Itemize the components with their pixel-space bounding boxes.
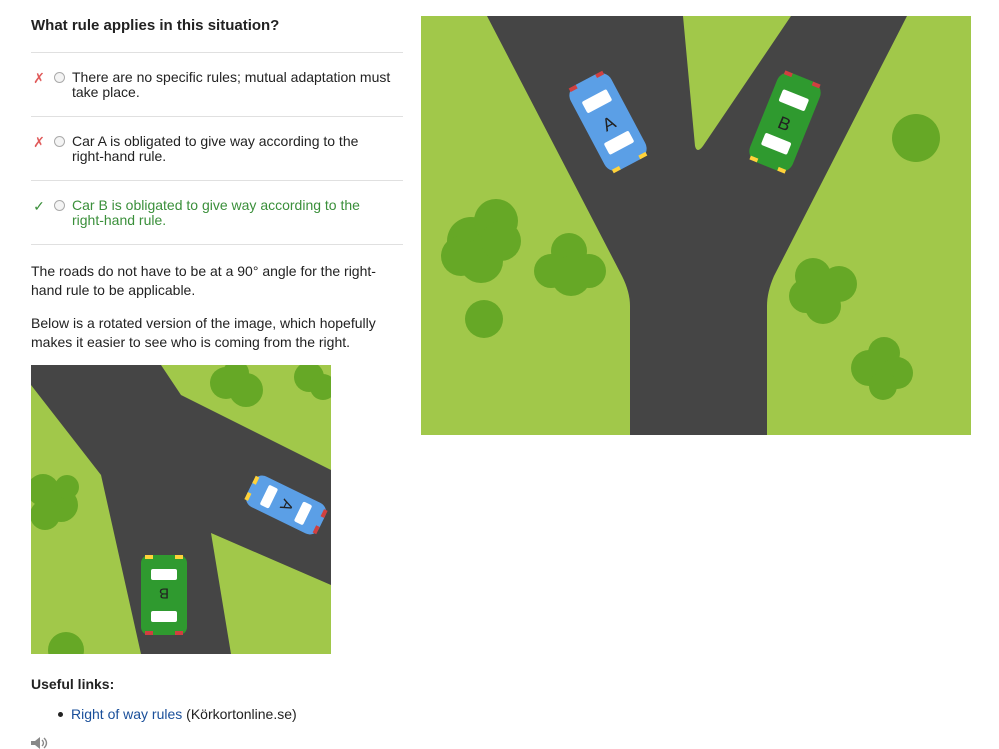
- radio-button[interactable]: [54, 200, 65, 211]
- answer-options: ✗ There are no specific rules; mutual ad…: [31, 52, 403, 245]
- list-item: Right of way rules (Körkortonline.se): [31, 704, 297, 724]
- link-source: (Körkortonline.se): [186, 706, 297, 722]
- answer-text: There are no specific rules; mutual adap…: [72, 69, 391, 100]
- question-title: What rule applies in this situation?: [31, 17, 280, 34]
- useful-links-list: Right of way rules (Körkortonline.se): [31, 704, 297, 724]
- useful-links-title: Useful links:: [31, 676, 115, 692]
- answer-option-2[interactable]: ✗ Car A is obligated to give way accordi…: [31, 117, 403, 181]
- rotated-intersection-image: A B: [31, 365, 331, 654]
- answer-text-correct: Car B is obligated to give way according…: [72, 197, 360, 228]
- radio-button[interactable]: [54, 136, 65, 147]
- wrong-mark-icon: ✗: [33, 70, 45, 86]
- answer-option-3[interactable]: ✓ Car B is obligated to give way accordi…: [31, 181, 403, 245]
- bullet-icon: [58, 712, 63, 717]
- car-b-label: B: [159, 585, 169, 602]
- right-of-way-link[interactable]: Right of way rules: [71, 706, 182, 722]
- question-panel: What rule applies in this situation? ✗ T…: [31, 0, 403, 722]
- car-b-rotated: B: [141, 555, 187, 635]
- explanation-text-2: Below is a rotated version of the image,…: [31, 315, 376, 350]
- speaker-icon[interactable]: [31, 737, 49, 749]
- check-mark-icon: ✓: [33, 198, 45, 214]
- answer-option-1[interactable]: ✗ There are no specific rules; mutual ad…: [31, 53, 403, 117]
- intersection-image: A B: [421, 16, 971, 435]
- explanation-text-1: The roads do not have to be at a 90° ang…: [31, 263, 376, 298]
- radio-button[interactable]: [54, 72, 65, 83]
- wrong-mark-icon: ✗: [33, 134, 45, 150]
- answer-text: Car A is obligated to give way according…: [72, 133, 359, 164]
